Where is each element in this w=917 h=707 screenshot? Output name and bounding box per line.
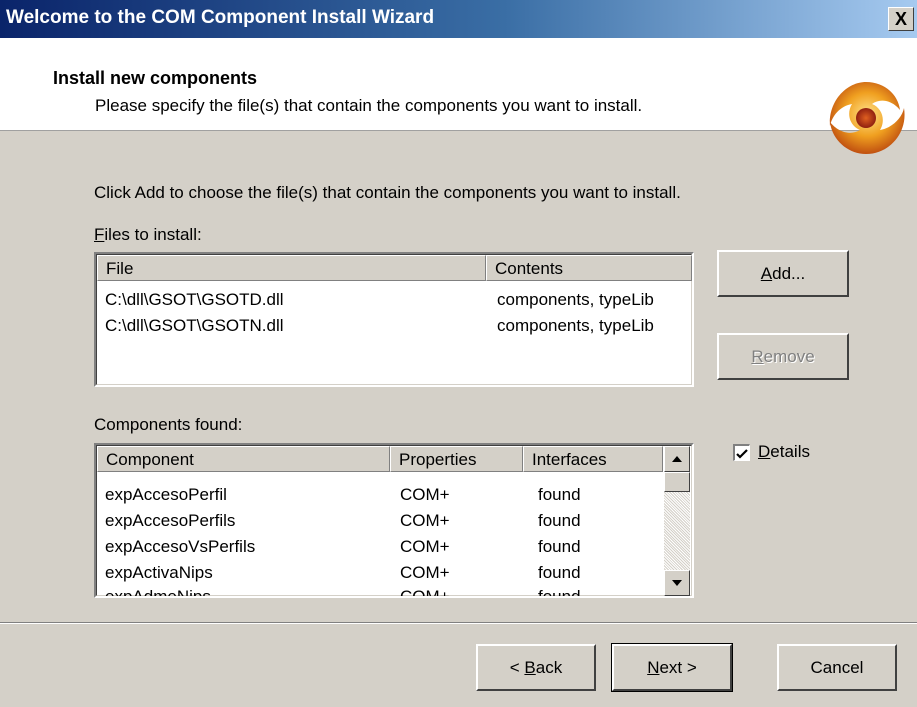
details-label: Details xyxy=(758,442,810,461)
components-found-label: Components found: xyxy=(94,415,243,434)
file-row-2-contents: components, typeLib xyxy=(497,316,654,335)
files-to-install-label: Files to install: xyxy=(94,225,202,244)
wizard-header: Install new components Please specify th… xyxy=(0,38,917,154)
bottom-separator xyxy=(0,622,917,624)
arrow-down-icon xyxy=(672,580,682,586)
component-row-3-interfaces: found xyxy=(538,537,581,556)
back-button[interactable]: < Back xyxy=(476,644,596,691)
instructions-text: Click Add to choose the file(s) that con… xyxy=(94,183,681,202)
scroll-down-button[interactable] xyxy=(664,570,690,596)
cancel-button[interactable]: Cancel xyxy=(777,644,897,691)
component-row-1-name[interactable]: expAccesoPerfil xyxy=(105,485,227,505)
column-header-component[interactable]: Component xyxy=(97,446,390,472)
scroll-thumb[interactable] xyxy=(664,472,690,492)
remove-button[interactable]: Remove xyxy=(717,333,849,380)
component-row-3-properties: COM+ xyxy=(400,537,450,556)
component-row-5-properties: COM+ xyxy=(400,587,450,598)
components-scrollbar[interactable] xyxy=(664,446,690,596)
component-row-1-properties: COM+ xyxy=(400,485,450,504)
component-row-4-interfaces: found xyxy=(538,563,581,582)
component-row-4-name[interactable]: expActivaNips xyxy=(105,563,213,583)
component-row-5-interfaces: found xyxy=(538,587,581,598)
add-button[interactable]: Add... xyxy=(717,250,849,297)
details-checkbox[interactable] xyxy=(733,443,750,461)
file-row-1-contents: components, typeLib xyxy=(497,290,654,309)
checkmark-icon xyxy=(736,448,748,459)
details-checkbox-row[interactable]: Details xyxy=(733,442,810,462)
wizard-logo-icon xyxy=(829,82,905,154)
column-header-file[interactable]: File xyxy=(97,255,486,281)
component-row-4-properties: COM+ xyxy=(400,563,450,582)
file-row-1-path[interactable]: C:\dll\GSOT\GSOTD.dll xyxy=(105,290,284,310)
component-row-2-properties: COM+ xyxy=(400,511,450,530)
arrow-up-icon xyxy=(672,456,682,462)
column-header-properties[interactable]: Properties xyxy=(390,446,523,472)
title-bar: Welcome to the COM Component Install Wiz… xyxy=(0,0,917,38)
components-list[interactable]: Component Properties Interfaces expAcces… xyxy=(94,443,694,598)
close-button[interactable]: X xyxy=(888,7,914,31)
header-subtitle: Please specify the file(s) that contain … xyxy=(95,96,643,115)
column-header-contents[interactable]: Contents xyxy=(486,255,692,281)
next-button[interactable]: Next > xyxy=(611,643,733,692)
component-row-3-name[interactable]: expAccesoVsPerfils xyxy=(105,537,255,557)
files-list[interactable]: File Contents C:\dll\GSOT\GSOTD.dll comp… xyxy=(94,252,694,387)
header-title: Install new components xyxy=(53,68,258,88)
component-row-2-interfaces: found xyxy=(538,511,581,530)
file-row-2-path[interactable]: C:\dll\GSOT\GSOTN.dll xyxy=(105,316,284,336)
column-header-interfaces[interactable]: Interfaces xyxy=(523,446,663,472)
window-title: Welcome to the COM Component Install Wiz… xyxy=(6,7,435,28)
component-row-2-name[interactable]: expAccesoPerfils xyxy=(105,511,235,531)
component-row-5-name[interactable]: expAdmeNips xyxy=(105,587,211,596)
scroll-up-button[interactable] xyxy=(664,446,690,472)
component-row-1-interfaces: found xyxy=(538,485,581,504)
